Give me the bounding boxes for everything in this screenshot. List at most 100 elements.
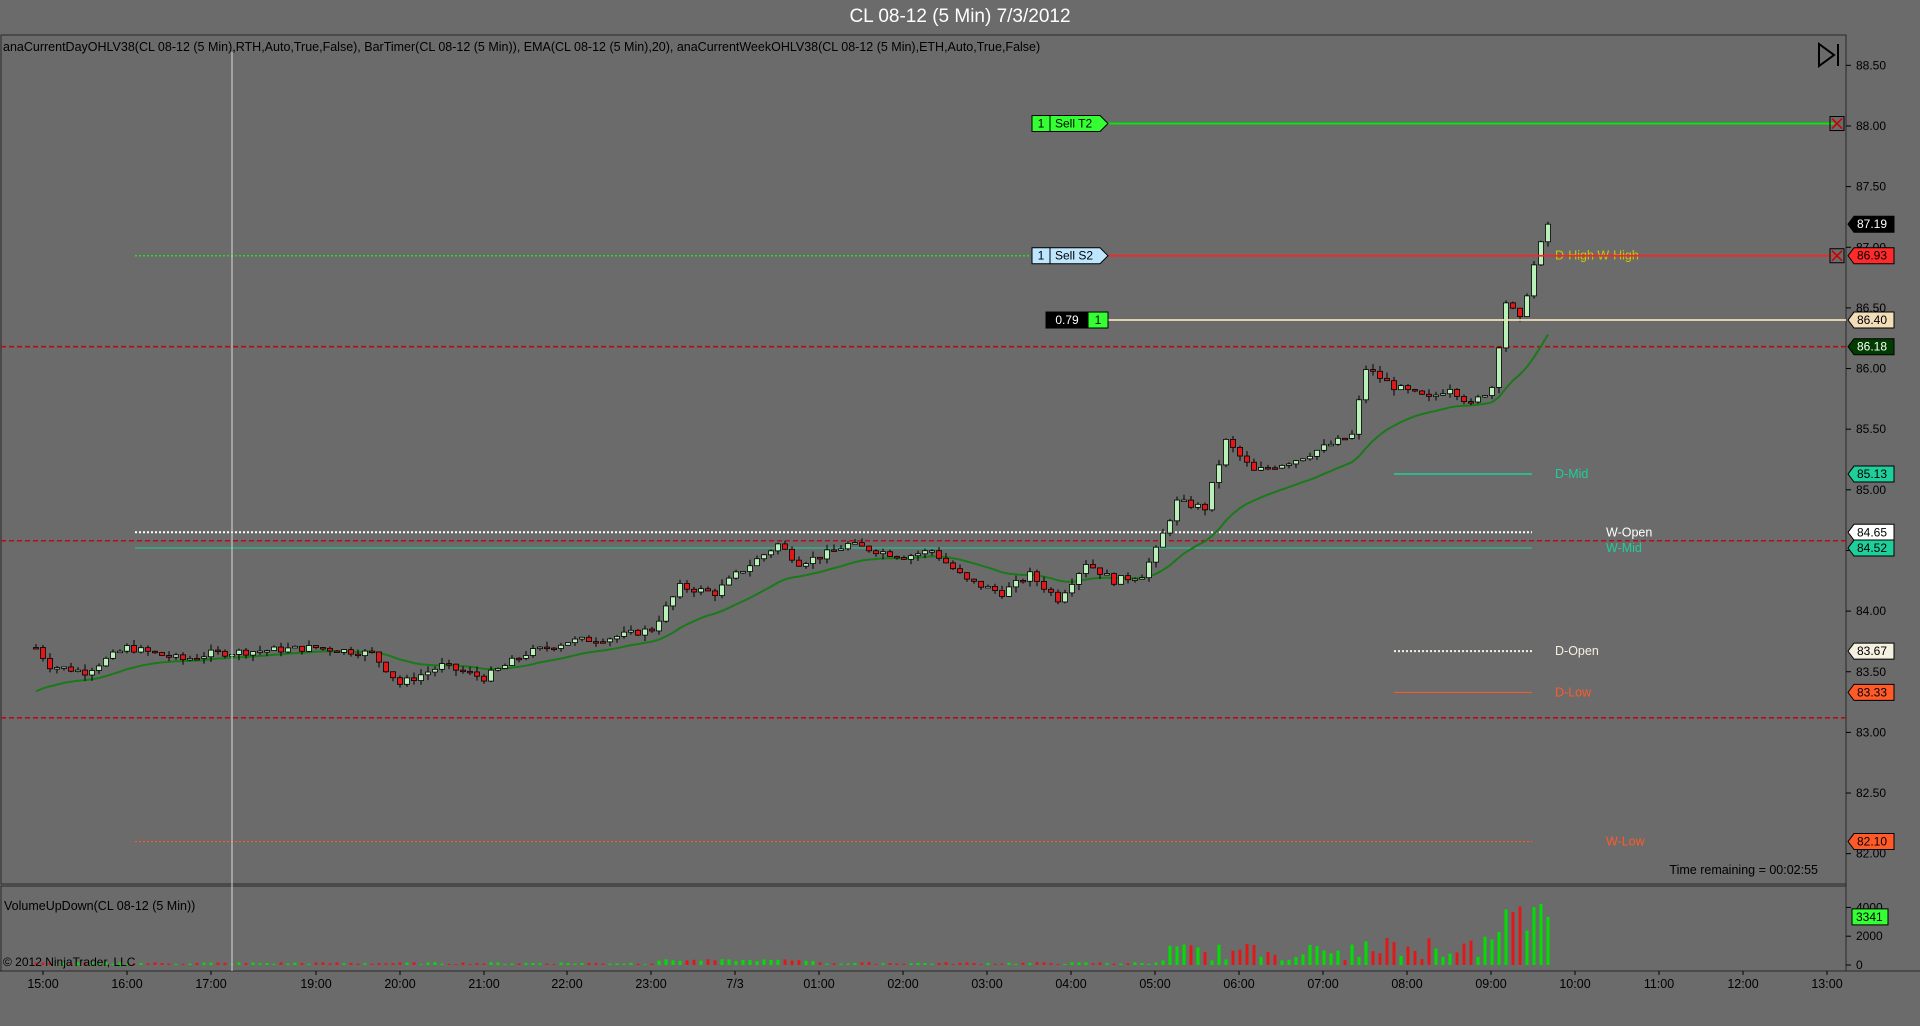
candle-body [124,645,130,652]
volume-last-label: 3341 [1856,910,1883,924]
candle-body [719,584,725,596]
candle-body [1062,592,1068,603]
candle-body [404,677,410,685]
time-tick-label: 22:00 [551,977,582,991]
candle-body [418,674,424,681]
volume-bar [356,963,360,965]
volume-bar [496,962,500,965]
volume-bar [748,959,752,965]
volume-bar [1511,911,1515,965]
time-remaining-label: Time remaining = 00:02:55 [1669,863,1818,877]
candle-body [376,651,382,663]
candle-body [334,650,340,653]
order-label: Sell T2 [1055,117,1092,131]
volume-bar [1364,941,1368,965]
candle-body [1468,401,1474,404]
candle-body [586,636,592,643]
position-pnl: 0.79 [1055,313,1079,327]
candle-body [908,555,914,560]
candle-body [600,641,606,644]
volume-bar [1196,947,1200,965]
volume-bar [699,960,703,965]
volume-bar [202,962,206,965]
volume-bar [930,963,934,965]
volume-bar [797,960,801,965]
volume-bar [433,962,437,965]
candle-body [474,671,480,677]
candle-body [838,548,844,551]
candle-body [593,641,599,644]
volume-bar [209,962,213,965]
candle-body [614,636,620,640]
price-badge-label: 86.40 [1857,313,1887,327]
volume-bar [573,963,577,965]
volume-bar [405,962,409,965]
candle-body [1279,465,1285,469]
candle-body [1195,503,1201,508]
candle-body [89,670,95,676]
candle-body [768,550,774,556]
volume-bar [335,962,339,965]
candle-body [950,562,956,570]
volume-panel[interactable] [0,885,1847,972]
candle-body [523,655,529,659]
volume-bar [1448,953,1452,965]
volume-bar [734,961,738,965]
volume-bar [384,963,388,965]
volume-bar [1119,963,1123,965]
volume-bar [839,963,843,965]
volume-tick-label: 2000 [1856,929,1883,943]
candle-body [866,545,872,552]
volume-bar [1238,949,1242,965]
candle-body [432,668,438,673]
volume-bar [1308,944,1312,965]
volume-bar [727,959,731,965]
candle-body [383,661,389,673]
candle-body [551,647,557,650]
candle-body [733,571,739,579]
volume-bar [160,962,164,965]
volume-bar [790,960,794,965]
candle-body [1258,467,1264,471]
volume-bar [286,963,290,965]
candle-body [222,650,228,657]
volume-bar [391,963,395,965]
time-tick-label: 05:00 [1139,977,1170,991]
candle-body [999,590,1005,597]
volume-bar [818,962,822,965]
volume-bar [510,963,514,965]
candle-body [33,647,39,650]
candle-body [1293,460,1299,465]
volume-bar [972,962,976,965]
volume-bar [1021,962,1025,965]
price-panel[interactable] [0,34,1847,885]
candle-body [1076,573,1082,585]
volume-bar [440,963,444,965]
price-tick-label: 85.00 [1856,483,1886,497]
candle-body [502,665,508,669]
candle-body [509,657,515,666]
candle-body [1202,503,1208,511]
candle-body [271,646,277,651]
volume-bar [657,960,661,965]
volume-bar [1161,960,1165,965]
volume-bar [552,964,556,965]
volume-bar [636,963,640,965]
volume-bar [167,963,171,965]
volume-bar [1378,953,1382,965]
price-tick-label: 88.50 [1856,58,1886,72]
candle-body [1041,581,1047,590]
candle-body [187,658,193,661]
candle-body [1447,388,1453,395]
candle-body [215,649,221,653]
candle-body [1146,561,1152,579]
time-tick-label: 16:00 [111,977,142,991]
candle-body [481,675,487,682]
candle-body [1160,532,1166,548]
volume-bar [776,959,780,965]
price-chart[interactable]: D-High W-HighD-MidW-OpenW-MidD-OpenD-Low… [0,0,1920,1026]
volume-bar [426,962,430,965]
candle-body [978,580,984,588]
volume-bar [454,964,458,965]
volume-bar [1294,957,1298,965]
